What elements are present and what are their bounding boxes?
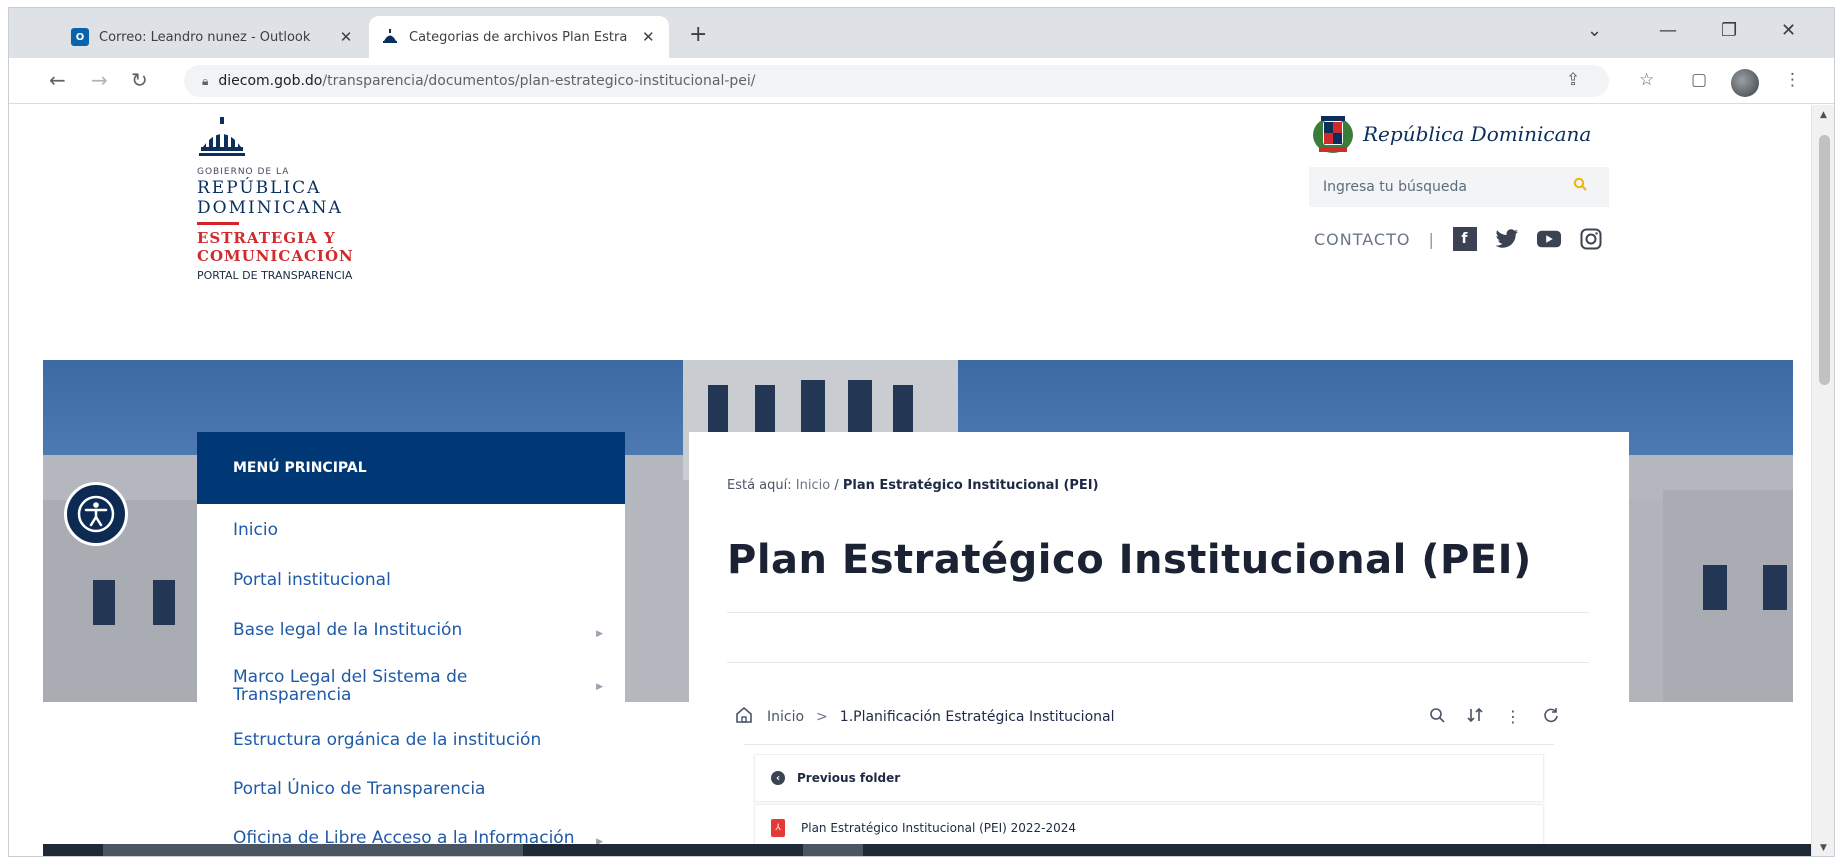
file-manager-toolbar: Inicio > 1.Planificación Estratégica Ins… xyxy=(727,697,1589,737)
logo-divider xyxy=(197,222,239,225)
window-close-icon[interactable]: ✕ xyxy=(1781,20,1796,41)
logo-portal-text: PORTAL DE TRANSPARENCIA xyxy=(197,269,353,282)
row-label: Plan Estratégico Institucional (PEI) 202… xyxy=(801,821,1077,835)
home-icon[interactable] xyxy=(735,706,753,728)
accessibility-icon xyxy=(77,495,115,533)
url-path: /transparencia/documentos/plan-estrategi… xyxy=(322,73,756,89)
divider: | xyxy=(1428,229,1435,249)
menu-item-portal-institucional[interactable]: Portal institucional xyxy=(233,570,613,590)
footer-strip xyxy=(43,844,1811,856)
scroll-thumb[interactable] xyxy=(1819,135,1830,385)
divider xyxy=(727,612,1589,613)
tab-title: Correo: Leandro nunez - Outlook xyxy=(99,29,311,45)
menu-item-label: Portal Único de Transparencia xyxy=(233,779,486,799)
breadcrumb-current: Plan Estratégico Institucional (PEI) xyxy=(842,478,1099,493)
previous-folder-row[interactable]: ‹ Previous folder xyxy=(754,754,1544,802)
share-icon[interactable]: ⇪ xyxy=(1566,70,1580,90)
outlook-icon: O xyxy=(71,28,89,46)
forward-icon[interactable]: → xyxy=(91,68,108,92)
instagram-icon[interactable] xyxy=(1579,227,1603,251)
profile-avatar[interactable] xyxy=(1731,69,1759,97)
bookmark-star-icon[interactable]: ☆ xyxy=(1639,70,1654,90)
fm-sep: > xyxy=(816,709,828,725)
row-label: Previous folder xyxy=(797,771,901,785)
menu-item-label: Estructura orgánica de la institución xyxy=(233,730,542,750)
menu-item-portal-unico[interactable]: Portal Único de Transparencia xyxy=(233,779,613,799)
main-menu: MENÚ PRINCIPAL Inicio Portal institucion… xyxy=(197,432,625,856)
breadcrumb: Está aquí: Inicio / Plan Estratégico Ins… xyxy=(727,478,1099,493)
menu-item-base-legal[interactable]: Base legal de la Institución ▶ xyxy=(233,620,613,640)
pdf-icon: ⅄ xyxy=(771,819,785,837)
rd-brand[interactable]: República Dominicana xyxy=(1311,113,1591,155)
menu-item-inicio[interactable]: Inicio xyxy=(233,520,613,540)
divider xyxy=(727,662,1589,663)
menu-item-label: Portal institucional xyxy=(233,570,391,590)
vertical-scrollbar[interactable]: ▲ ▼ xyxy=(1811,105,1834,856)
minimize-icon[interactable]: — xyxy=(1659,20,1677,41)
close-icon[interactable]: ✕ xyxy=(640,28,657,46)
search-icon[interactable] xyxy=(1573,177,1587,195)
new-tab-button[interactable]: + xyxy=(689,22,707,47)
coat-of-arms-icon xyxy=(1313,116,1353,153)
tab-categorias[interactable]: Categorias de archivos Plan Estra ✕ xyxy=(369,16,669,58)
sort-icon[interactable] xyxy=(1467,707,1483,727)
accessibility-button[interactable] xyxy=(64,482,128,546)
scroll-down-icon[interactable]: ▼ xyxy=(1820,843,1827,853)
close-icon[interactable]: ✕ xyxy=(337,28,355,46)
search-input[interactable]: Ingresa tu búsqueda xyxy=(1309,167,1609,207)
search-icon[interactable] xyxy=(1429,707,1445,727)
restore-icon[interactable]: ❐ xyxy=(1721,20,1737,41)
tab-search-icon[interactable]: ⌄ xyxy=(1587,20,1602,41)
menu-dots-icon[interactable]: ⋮ xyxy=(1784,70,1801,90)
page-title: Plan Estratégico Institucional (PEI) xyxy=(727,537,1532,583)
menu-item-estructura-organica[interactable]: Estructura orgánica de la institución xyxy=(233,730,613,750)
site-logo[interactable]: GOBIERNO DE LA REPÚBLICA DOMINICANA ESTR… xyxy=(197,117,467,282)
refresh-icon[interactable] xyxy=(1543,707,1559,727)
menu-item-label: Marco Legal del Sistema de Transparencia xyxy=(233,667,468,705)
lock-icon: 🔒︎ xyxy=(202,73,209,88)
chevron-right-icon: ▶ xyxy=(596,629,603,639)
tab-outlook[interactable]: O Correo: Leandro nunez - Outlook ✕ xyxy=(59,16,369,58)
logo-gov-text: GOBIERNO DE LA xyxy=(197,167,290,177)
search-placeholder: Ingresa tu búsqueda xyxy=(1323,179,1467,195)
url-domain: diecom.gob.do xyxy=(218,73,323,89)
page-viewport: GOBIERNO DE LA REPÚBLICA DOMINICANA ESTR… xyxy=(9,105,1811,856)
menu-item-marco-legal[interactable]: Marco Legal del Sistema de Transparencia… xyxy=(233,667,603,705)
fm-tools: ⋮ xyxy=(1429,707,1559,727)
address-bar[interactable]: 🔒︎ diecom.gob.do/transparencia/documento… xyxy=(184,65,1609,97)
facebook-icon[interactable]: f xyxy=(1452,227,1477,251)
logo-country-text: REPÚBLICA DOMINICANA xyxy=(197,178,343,218)
more-options-icon[interactable]: ⋮ xyxy=(1505,707,1521,727)
tab-strip: O Correo: Leandro nunez - Outlook ✕ Cate… xyxy=(9,8,1834,58)
contact-social-row: CONTACTO | f xyxy=(1314,227,1621,251)
logo-unit-line1: ESTRATEGIA Y xyxy=(197,229,336,247)
menu-title: MENÚ PRINCIPAL xyxy=(197,432,625,504)
back-icon[interactable]: ← xyxy=(49,68,66,92)
menu-item-label: Inicio xyxy=(233,520,278,540)
reload-icon[interactable]: ↻ xyxy=(131,68,148,92)
logo-unit-line2: COMUNICACIÓN xyxy=(197,247,354,265)
content-card: Está aquí: Inicio / Plan Estratégico Ins… xyxy=(689,432,1629,856)
menu-item-label: Base legal de la Institución xyxy=(233,620,463,640)
rd-brand-text: República Dominicana xyxy=(1363,122,1592,146)
fm-home-link[interactable]: Inicio xyxy=(767,709,804,725)
tab-title: Categorias de archivos Plan Estra xyxy=(409,29,628,45)
fm-current-folder: 1.Planificación Estratégica Instituciona… xyxy=(839,709,1115,725)
chevron-right-icon: ▶ xyxy=(596,682,603,692)
dome-logo-icon xyxy=(199,117,245,156)
twitter-icon[interactable] xyxy=(1495,227,1519,251)
back-arrow-icon: ‹ xyxy=(771,771,785,785)
dome-favicon-icon xyxy=(381,28,399,46)
scroll-up-icon[interactable]: ▲ xyxy=(1820,110,1827,120)
divider xyxy=(744,744,1554,745)
contact-link[interactable]: CONTACTO xyxy=(1314,230,1410,249)
side-panel-icon[interactable]: ▢ xyxy=(1691,70,1707,90)
breadcrumb-home-link[interactable]: Inicio xyxy=(796,478,830,493)
browser-window: O Correo: Leandro nunez - Outlook ✕ Cate… xyxy=(8,7,1835,857)
browser-toolbar: ← → ↻ 🔒︎ diecom.gob.do/transparencia/doc… xyxy=(9,58,1834,104)
breadcrumb-prefix: Está aquí: xyxy=(727,478,792,493)
youtube-icon[interactable] xyxy=(1536,227,1561,251)
breadcrumb-sep: / xyxy=(834,478,839,493)
